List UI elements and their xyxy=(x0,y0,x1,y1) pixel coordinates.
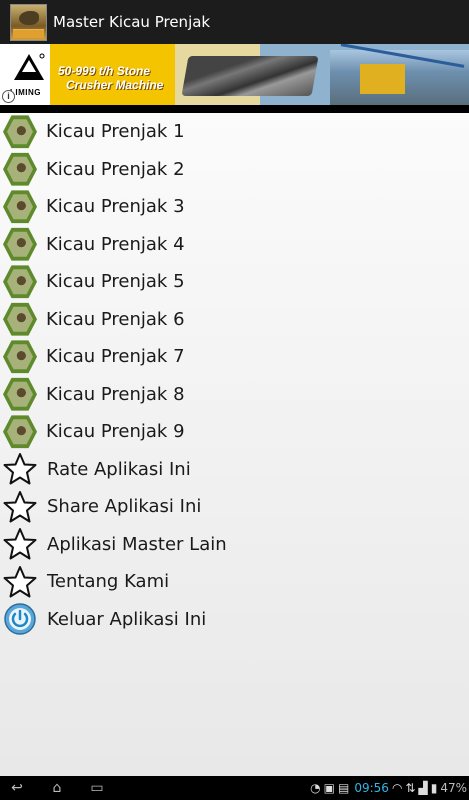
recent-apps-icon[interactable]: ▭ xyxy=(82,780,112,796)
bird-thumbnail-icon xyxy=(3,377,37,411)
ad-info-icon[interactable]: i xyxy=(2,90,15,103)
camera-icon: ▣ xyxy=(323,781,335,795)
star-icon xyxy=(2,451,38,487)
whatsapp-icon: ◔ xyxy=(310,781,321,795)
menu-item-kicau-6[interactable]: Kicau Prenjak 6 xyxy=(0,301,469,339)
menu-item-label: Kicau Prenjak 1 xyxy=(46,121,185,143)
app-icon[interactable] xyxy=(10,3,47,41)
menu-item-label: Kicau Prenjak 5 xyxy=(46,271,185,293)
wifi-icon: ◠ xyxy=(391,781,403,795)
menu-list: Kicau Prenjak 1 Kicau Prenjak 2 Kicau Pr… xyxy=(0,113,469,776)
star-icon xyxy=(2,526,38,562)
menu-item-kicau-7[interactable]: Kicau Prenjak 7 xyxy=(0,338,469,376)
bird-thumbnail-icon xyxy=(3,115,37,149)
menu-item-label: Kicau Prenjak 3 xyxy=(46,196,185,218)
bird-thumbnail-icon xyxy=(3,190,37,224)
bird-thumbnail-icon xyxy=(3,302,37,336)
menu-item-label: Rate Aplikasi Ini xyxy=(47,458,191,480)
menu-item-label: Share Aplikasi Ini xyxy=(47,496,202,518)
bird-thumbnail-icon xyxy=(3,415,37,449)
signal-icon: ▟ xyxy=(418,781,428,795)
menu-item-label: Aplikasi Master Lain xyxy=(47,533,227,555)
menu-item-kicau-4[interactable]: Kicau Prenjak 4 xyxy=(0,226,469,264)
menu-item-label: Kicau Prenjak 4 xyxy=(46,233,185,255)
title-bar: Master Kicau Prenjak xyxy=(0,0,469,44)
menu-item-label: Kicau Prenjak 6 xyxy=(46,308,185,330)
menu-item-kicau-5[interactable]: Kicau Prenjak 5 xyxy=(0,263,469,301)
ad-banner[interactable]: LIMING 50-999 t/h Stone Crusher Machine … xyxy=(0,44,469,105)
menu-item-label: Kicau Prenjak 7 xyxy=(46,346,185,368)
menu-item-kicau-8[interactable]: Kicau Prenjak 8 xyxy=(0,376,469,414)
ad-machine-image xyxy=(181,56,319,96)
liming-logo-icon xyxy=(14,53,45,80)
battery-icon: ▮ xyxy=(430,781,438,795)
star-icon xyxy=(2,489,38,525)
menu-item-kicau-2[interactable]: Kicau Prenjak 2 xyxy=(0,151,469,189)
data-arrows-icon: ⇅ xyxy=(405,781,416,795)
power-icon xyxy=(2,601,38,637)
menu-item-kicau-9[interactable]: Kicau Prenjak 9 xyxy=(0,413,469,451)
menu-item-rate[interactable]: Rate Aplikasi Ini xyxy=(0,451,469,489)
status-area: ◔ ▣ ▤ 09:56 ◠ ⇅ ▟ ▮ 47% xyxy=(310,776,467,800)
bird-thumbnail-icon xyxy=(3,265,37,299)
menu-item-kicau-1[interactable]: Kicau Prenjak 1 xyxy=(0,113,469,151)
ad-headline-1: 50-999 t/h Stone xyxy=(58,64,151,78)
menu-item-kicau-3[interactable]: Kicau Prenjak 3 xyxy=(0,188,469,226)
menu-item-label: Kicau Prenjak 9 xyxy=(46,421,185,443)
menu-item-label: Tentang Kami xyxy=(47,571,170,593)
app-title: Master Kicau Prenjak xyxy=(53,13,211,31)
menu-item-exit[interactable]: Keluar Aplikasi Ini xyxy=(0,601,469,639)
home-icon[interactable]: ⌂ xyxy=(42,780,72,796)
star-icon xyxy=(2,564,38,600)
gallery-icon: ▤ xyxy=(338,781,350,795)
back-icon[interactable]: ↩ xyxy=(2,780,32,796)
menu-item-about[interactable]: Tentang Kami xyxy=(0,563,469,601)
menu-item-other-apps[interactable]: Aplikasi Master Lain xyxy=(0,526,469,564)
menu-item-label: Keluar Aplikasi Ini xyxy=(47,608,207,630)
bird-thumbnail-icon xyxy=(3,152,37,186)
bird-thumbnail-icon xyxy=(3,340,37,374)
system-nav-bar: ↩ ⌂ ▭ ◔ ▣ ▤ 09:56 ◠ ⇅ ▟ ▮ 47% xyxy=(0,776,469,800)
clock: 09:56 xyxy=(354,781,389,795)
menu-item-label: Kicau Prenjak 8 xyxy=(46,383,185,405)
menu-item-label: Kicau Prenjak 2 xyxy=(46,158,185,180)
menu-item-share[interactable]: Share Aplikasi Ini xyxy=(0,488,469,526)
bird-thumbnail-icon xyxy=(3,227,37,261)
battery-level: 47% xyxy=(440,781,467,795)
bird-icon xyxy=(19,10,39,25)
ad-headline-2: Crusher Machine xyxy=(66,78,164,92)
